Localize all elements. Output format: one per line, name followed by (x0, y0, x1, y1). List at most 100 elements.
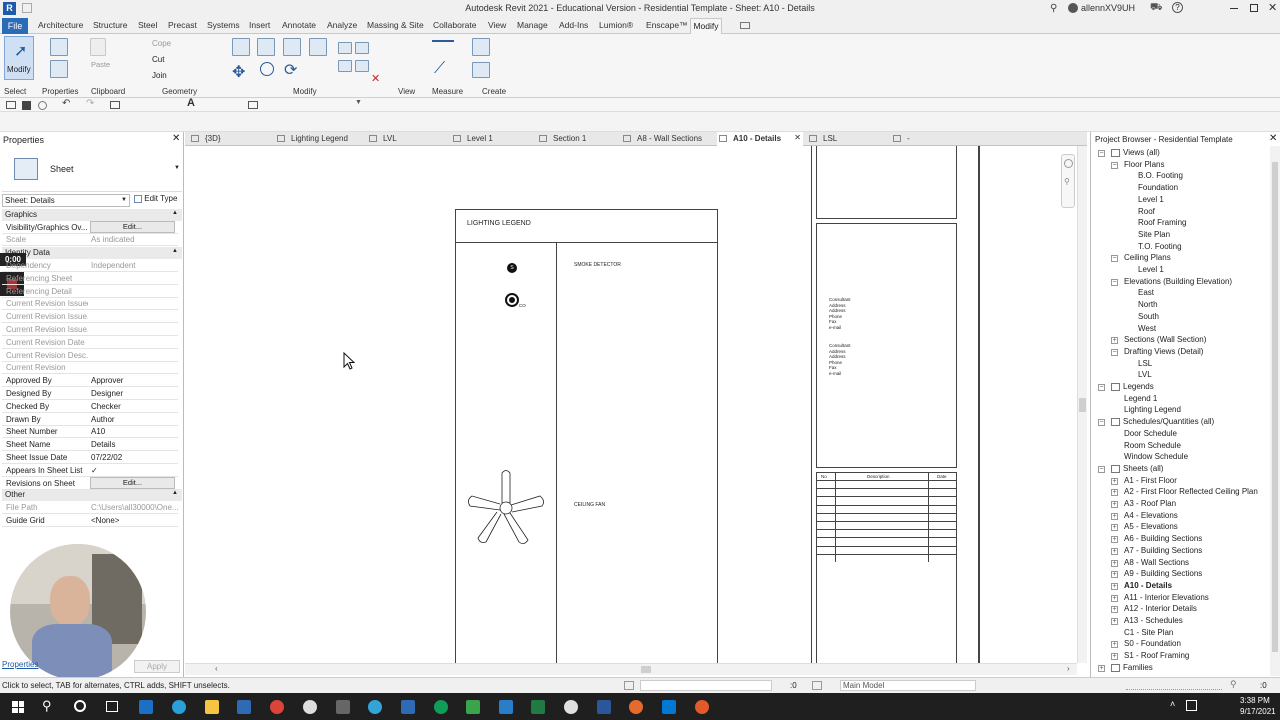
view-tab[interactable]: Section 1 (537, 132, 617, 146)
property-row[interactable]: Dependency Independent (2, 259, 178, 272)
user-icon[interactable] (1068, 3, 1078, 13)
edge-dev-icon[interactable] (368, 700, 382, 714)
browser-item[interactable]: Elevations (Building Elevation) (1124, 277, 1232, 286)
browser-item[interactable]: East (1138, 288, 1154, 297)
horizontal-scrollbar[interactable]: ‹ › (185, 663, 1077, 675)
property-value[interactable]: <None> (91, 516, 119, 525)
property-row[interactable]: Sheet Name Details (2, 438, 178, 452)
browser-item[interactable]: A8 - Wall Sections (1124, 558, 1189, 567)
browser-item[interactable]: A3 - Roof Plan (1124, 499, 1176, 508)
print-icon[interactable] (110, 101, 120, 109)
browser-item[interactable]: A6 - Building Sections (1124, 534, 1202, 543)
browser-item[interactable]: Legends (1123, 382, 1154, 391)
view-tab[interactable]: Level 1 (451, 132, 533, 146)
browser-item[interactable]: A9 - Building Sections (1124, 569, 1202, 578)
type-properties-icon[interactable] (50, 38, 68, 56)
ribbon-options-icon[interactable] (740, 22, 750, 29)
expand-icon[interactable]: + (1111, 512, 1118, 520)
navigation-bar[interactable]: ⚲ (1061, 154, 1075, 208)
restore-icon[interactable] (1250, 4, 1258, 12)
expand-icon[interactable]: + (1111, 641, 1118, 649)
chevron-down-icon[interactable]: ▼ (355, 99, 362, 106)
tab-massing-site[interactable]: Massing & Site (367, 20, 424, 30)
expand-icon[interactable]: + (1111, 489, 1118, 497)
minimize-icon[interactable] (1230, 8, 1238, 9)
open-icon[interactable] (6, 101, 16, 109)
cortana-icon[interactable] (74, 700, 86, 712)
task-view-icon[interactable] (106, 701, 118, 712)
tab-systems[interactable]: Systems (207, 20, 240, 30)
help-icon[interactable]: ? (1172, 2, 1183, 13)
tab-annotate[interactable]: Annotate (282, 20, 316, 30)
property-value[interactable]: Author (91, 415, 115, 424)
browser-item[interactable]: S0 - Foundation (1124, 639, 1181, 648)
property-row[interactable]: Designed By Designer (2, 387, 178, 400)
property-row[interactable]: Guide Grid <None> (2, 514, 178, 527)
vscroll-thumb[interactable] (1079, 398, 1086, 412)
browser-item[interactable]: Sheets (all) (1123, 464, 1163, 473)
file-explorer-icon[interactable] (205, 700, 219, 714)
browser-item[interactable]: B.O. Footing (1138, 171, 1183, 180)
revit-taskbar-icon[interactable] (237, 700, 251, 714)
tab-manage[interactable]: Manage (517, 20, 548, 30)
property-value[interactable]: Details (91, 440, 115, 449)
browser-item[interactable]: A1 - First Floor (1124, 476, 1177, 485)
property-row[interactable]: Referencing Sheet (2, 272, 178, 285)
tab-file[interactable]: File (2, 18, 28, 34)
steering-wheel-icon[interactable] (1064, 159, 1073, 168)
copy-icon[interactable] (260, 62, 274, 76)
align-icon[interactable] (232, 38, 250, 56)
close-icon[interactable]: ✕ (1268, 1, 1277, 14)
property-row[interactable]: Appears In Sheet List ✓ (2, 464, 178, 477)
expand-icon[interactable]: + (1111, 559, 1118, 567)
clock-time[interactable]: 3:38 PM (1240, 696, 1270, 705)
view-tab[interactable]: A10 - Details ✕ (717, 132, 803, 146)
property-row[interactable]: Referencing Detail (2, 285, 178, 298)
tab-modify[interactable]: Modify (690, 18, 722, 35)
property-row[interactable]: Current Revision (2, 361, 178, 375)
browser-item[interactable]: Roof Framing (1138, 218, 1186, 227)
mirror-axis-icon[interactable] (283, 38, 301, 56)
revit-2-icon[interactable] (401, 700, 415, 714)
expand-icon[interactable]: + (1111, 618, 1118, 625)
settings-gear-icon[interactable] (303, 700, 317, 714)
expand-icon[interactable]: + (1111, 547, 1118, 555)
browser-item[interactable]: A12 - Interior Details (1124, 604, 1197, 613)
tab-steel[interactable]: Steel (138, 20, 157, 30)
property-edit-button[interactable]: Edit... (90, 476, 175, 489)
sync-icon[interactable] (38, 101, 47, 110)
tab-insert[interactable]: Insert (249, 20, 270, 30)
properties-help-link[interactable]: Properties (2, 660, 38, 669)
design-options-icon[interactable] (812, 681, 822, 690)
user-name[interactable]: allennXV9UH (1081, 3, 1135, 13)
tab-add-ins[interactable]: Add-Ins (559, 20, 588, 30)
collapse-icon[interactable]: − (1098, 465, 1105, 473)
workset-icon[interactable] (624, 681, 634, 690)
array-icon[interactable] (338, 60, 352, 72)
browser-scrollbar[interactable] (1270, 146, 1280, 676)
property-row[interactable]: Checked By Checker (2, 400, 178, 413)
browser-item[interactable]: Families (1123, 663, 1153, 672)
property-row[interactable]: Scale As indicated (2, 233, 178, 246)
property-row[interactable]: Revisions on Sheet Edit... (2, 476, 178, 490)
chrome-icon[interactable] (270, 700, 284, 714)
view-tab[interactable]: Lighting Legend (275, 132, 363, 146)
cart-icon[interactable]: ⛟ (1150, 2, 1163, 15)
collapse-icon[interactable]: − (1098, 150, 1105, 157)
property-row[interactable]: Current Revision Date (2, 336, 178, 349)
join-label[interactable]: Join (152, 71, 167, 80)
property-row[interactable]: Current Revision Issue... (2, 310, 178, 324)
project-browser-close-icon[interactable]: ✕ (1269, 133, 1277, 144)
expand-icon[interactable]: + (1111, 653, 1118, 661)
scroll-left-icon[interactable]: ‹ (215, 664, 218, 673)
browser-item[interactable]: Drafting Views (Detail) (1124, 347, 1203, 356)
view-tab[interactable]: - (891, 132, 951, 146)
browser-item[interactable]: A13 - Schedules (1124, 616, 1183, 625)
browser-item[interactable]: West (1138, 324, 1156, 333)
paint-icon[interactable] (564, 700, 578, 714)
text-icon[interactable]: A (187, 97, 195, 109)
browser-item[interactable]: Lighting Legend (1124, 405, 1181, 414)
browser-item[interactable]: Level 1 (1138, 265, 1164, 274)
chrome-2-icon[interactable] (434, 700, 448, 714)
section-identity-data[interactable]: Identity Data ▲ (2, 247, 182, 259)
